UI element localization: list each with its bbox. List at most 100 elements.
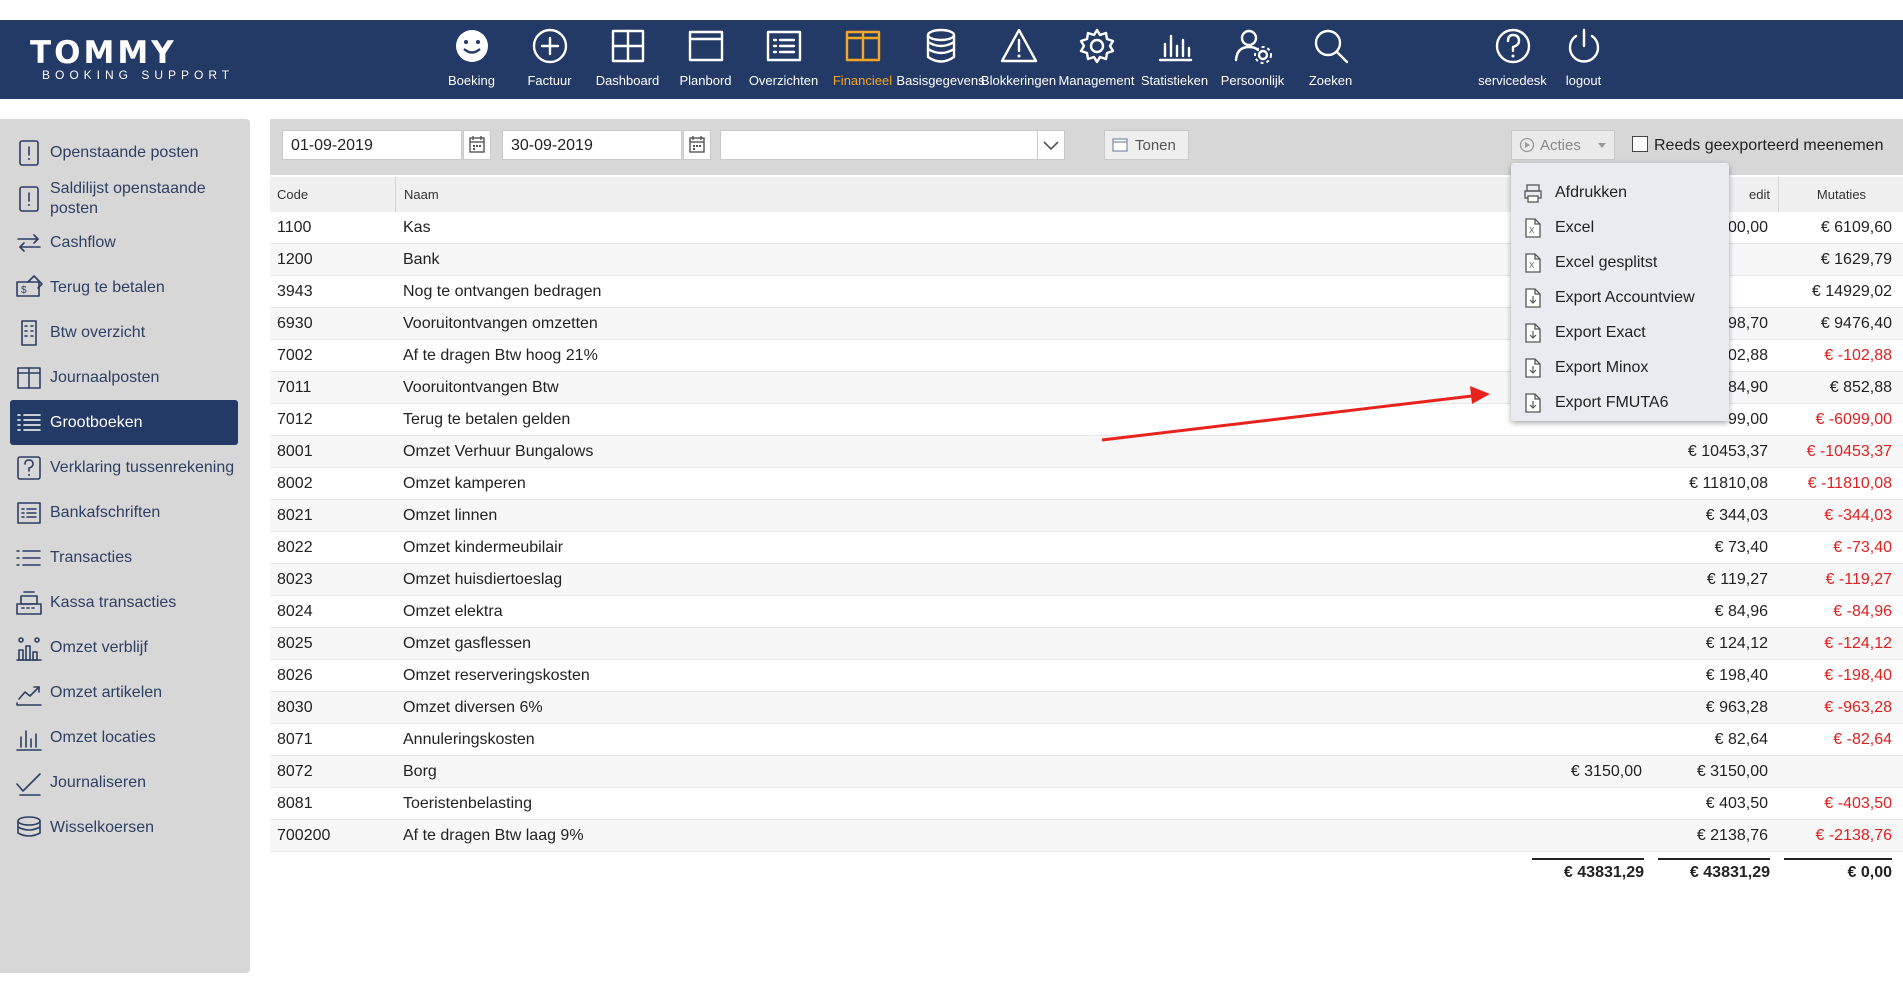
table-row[interactable]: 8024 Omzet elektra € 84,96 € -84,96 bbox=[270, 596, 1903, 628]
sidebar-item-grootboeken[interactable]: Grootboeken bbox=[10, 400, 238, 445]
cell-naam: Omzet Verhuur Bungalows bbox=[403, 443, 594, 460]
table-row[interactable]: 8026 Omzet reserveringskosten € 198,40 € -1… bbox=[270, 660, 1903, 692]
sidebar-icon bbox=[14, 543, 44, 573]
sidebar-icon bbox=[14, 813, 44, 843]
sidebar-item-journaalposten[interactable]: Journaalposten bbox=[10, 355, 238, 400]
cell-mutaties: € -2138,76 bbox=[1815, 827, 1892, 844]
sidebar-item-label: Kassa transacties bbox=[50, 593, 177, 611]
include-exported-checkbox[interactable]: Reeds geexporteerd meenemen bbox=[1632, 136, 1883, 155]
sidebar-item-wisselkoersen[interactable]: Wisselkoersen bbox=[10, 805, 238, 850]
header-naam[interactable]: Naam bbox=[395, 177, 1404, 212]
cell-mutaties: € -198,40 bbox=[1824, 667, 1892, 684]
cell-mutaties: € -119,27 bbox=[1825, 571, 1892, 588]
cell-naam: Terug te betalen gelden bbox=[403, 411, 571, 428]
cell-code: 8022 bbox=[277, 539, 313, 556]
nav-item-zoeken[interactable]: Zoeken bbox=[1283, 26, 1378, 96]
table-row[interactable]: 8022 Omzet kindermeubilair € 73,40 € -73,40 bbox=[270, 532, 1903, 564]
table-row[interactable]: 8025 Omzet gasflessen € 124,12 € -124,12 bbox=[270, 628, 1903, 660]
table-row[interactable]: 8071 Annuleringskosten € 82,64 € -82,64 bbox=[270, 724, 1903, 756]
menu-item-excel-gesplitst[interactable]: X Excel gesplitst bbox=[1511, 245, 1729, 280]
sidebar-item-cashflow[interactable]: Cashflow bbox=[10, 220, 238, 265]
table-row[interactable]: 8030 Omzet diversen 6% € 963,28 € -963,28 bbox=[270, 692, 1903, 724]
sidebar-item-terug-te-betalen[interactable]: $ Terug te betalen bbox=[10, 265, 238, 310]
sidebar-item-label: Terug te betalen bbox=[50, 278, 165, 296]
sidebar-item-omzet-artikelen[interactable]: Omzet artikelen bbox=[10, 670, 238, 715]
checkbox-box[interactable] bbox=[1632, 136, 1648, 152]
menu-item-label: Export Exact bbox=[1555, 323, 1646, 341]
cell-credit: € 84,96 bbox=[1714, 603, 1768, 620]
sidebar-icon bbox=[14, 318, 44, 348]
totals-row: € 43831,29 € 43831,29 € 0,00 bbox=[270, 852, 1903, 886]
menu-item-export-fmuta6[interactable]: Export FMUTA6 bbox=[1511, 385, 1729, 420]
sidebar-item-openstaande-posten[interactable]: Openstaande posten bbox=[10, 130, 238, 175]
date-to-calendar-button[interactable] bbox=[683, 130, 711, 160]
sidebar-item-omzet-verblijf[interactable]: Omzet verblijf bbox=[10, 625, 238, 670]
sidebar-icon bbox=[14, 453, 44, 483]
sidebar-item-label: Omzet artikelen bbox=[50, 683, 163, 701]
cell-code: 8081 bbox=[277, 795, 313, 812]
cell-code: 8025 bbox=[277, 635, 313, 652]
cell-code: 8072 bbox=[277, 763, 313, 780]
tommy-logo[interactable]: TOMMY BOOKING SUPPORT bbox=[30, 35, 235, 83]
cell-mutaties: € -84,96 bbox=[1833, 603, 1892, 620]
header-mutaties[interactable]: Mutaties bbox=[1778, 177, 1903, 212]
cell-code: 8024 bbox=[277, 603, 313, 620]
table-row[interactable]: 8021 Omzet linnen € 344,03 € -344,03 bbox=[270, 500, 1903, 532]
sidebar-item-verklaring-tussenrekening[interactable]: Verklaring tussenrekening bbox=[10, 445, 238, 490]
chevron-down-icon[interactable] bbox=[1037, 131, 1064, 159]
total-credit: € 43831,29 bbox=[1658, 858, 1770, 886]
cell-mutaties: € -102,88 bbox=[1824, 347, 1892, 364]
total-debet: € 43831,29 bbox=[1532, 858, 1644, 886]
table-row[interactable]: 700200 Af te dragen Btw laag 9% € 2138,76 €… bbox=[270, 820, 1903, 852]
table-row[interactable]: 8081 Toeristenbelasting € 403,50 € -403,50 bbox=[270, 788, 1903, 820]
menu-item-excel[interactable]: X Excel bbox=[1511, 210, 1729, 245]
logo-main-text: TOMMY bbox=[30, 35, 177, 71]
menu-item-export-minox[interactable]: Export Minox bbox=[1511, 350, 1729, 385]
menu-item-export-accountview[interactable]: Export Accountview bbox=[1511, 280, 1729, 315]
cell-mutaties: € 852,88 bbox=[1829, 379, 1892, 396]
sidebar-item-btw-overzicht[interactable]: Btw overzicht bbox=[10, 310, 238, 355]
sidebar-icon: $ bbox=[14, 273, 44, 303]
cell-credit: € 3150,00 bbox=[1696, 763, 1768, 780]
search-icon bbox=[1283, 26, 1378, 66]
sidebar-item-saldilijst-openstaande-posten[interactable]: Saldilijst openstaande posten bbox=[10, 176, 238, 221]
sidebar-item-kassa-transacties[interactable]: Kassa transacties bbox=[10, 580, 238, 625]
cell-code: 8002 bbox=[277, 475, 313, 492]
cell-credit: € 119,27 bbox=[1706, 571, 1768, 588]
table-row[interactable]: 8001 Omzet Verhuur Bungalows € 10453,37 € -… bbox=[270, 436, 1903, 468]
account-select[interactable] bbox=[720, 130, 1065, 160]
sidebar-item-bankafschriften[interactable]: Bankafschriften bbox=[10, 490, 238, 535]
logo-sub-text: BOOKING SUPPORT bbox=[42, 68, 235, 82]
play-circle-icon bbox=[1519, 137, 1535, 153]
cell-credit: € 403,50 bbox=[1705, 795, 1768, 812]
cell-mutaties: € 6109,60 bbox=[1820, 219, 1892, 236]
cell-credit: € 2138,76 bbox=[1696, 827, 1768, 844]
cell-naam: Omzet diversen 6% bbox=[403, 699, 543, 716]
cell-mutaties: € -11810,08 bbox=[1807, 475, 1892, 492]
menu-item-afdrukken[interactable]: Afdrukken bbox=[1511, 175, 1729, 210]
excel-file-icon: X bbox=[1523, 217, 1543, 239]
date-to-input[interactable]: 30-09-2019 bbox=[502, 130, 682, 160]
show-button[interactable]: Tonen bbox=[1104, 130, 1189, 160]
cell-code: 8026 bbox=[277, 667, 313, 684]
sidebar-icon bbox=[14, 678, 44, 708]
cell-mutaties: € -6099,00 bbox=[1815, 411, 1892, 428]
cell-code: 7012 bbox=[277, 411, 313, 428]
sidebar-item-label: Saldilijst openstaande posten bbox=[50, 179, 206, 217]
sidebar-item-label: Verklaring tussenrekening bbox=[50, 458, 235, 476]
sidebar-icon bbox=[14, 363, 44, 393]
cell-credit: € 10453,37 bbox=[1687, 443, 1768, 460]
date-from-input[interactable]: 01-09-2019 bbox=[282, 130, 462, 160]
table-row[interactable]: 8072 Borg € 3150,00 € 3150,00 bbox=[270, 756, 1903, 788]
nav-item-logout[interactable]: logout bbox=[1536, 26, 1631, 96]
cell-code: 6930 bbox=[277, 315, 313, 332]
menu-item-export-exact[interactable]: Export Exact bbox=[1511, 315, 1729, 350]
sidebar-item-transacties[interactable]: Transacties bbox=[10, 535, 238, 580]
sidebar-item-omzet-locaties[interactable]: Omzet locaties bbox=[10, 715, 238, 760]
table-row[interactable]: 8023 Omzet huisdiertoeslag € 119,27 € -119,… bbox=[270, 564, 1903, 596]
header-code[interactable]: Code bbox=[277, 177, 308, 212]
table-row[interactable]: 8002 Omzet kamperen € 11810,08 € -11810,08 bbox=[270, 468, 1903, 500]
date-from-calendar-button[interactable] bbox=[463, 130, 491, 160]
actions-button[interactable]: Acties bbox=[1511, 130, 1615, 160]
sidebar-item-journaliseren[interactable]: Journaliseren bbox=[10, 760, 238, 805]
